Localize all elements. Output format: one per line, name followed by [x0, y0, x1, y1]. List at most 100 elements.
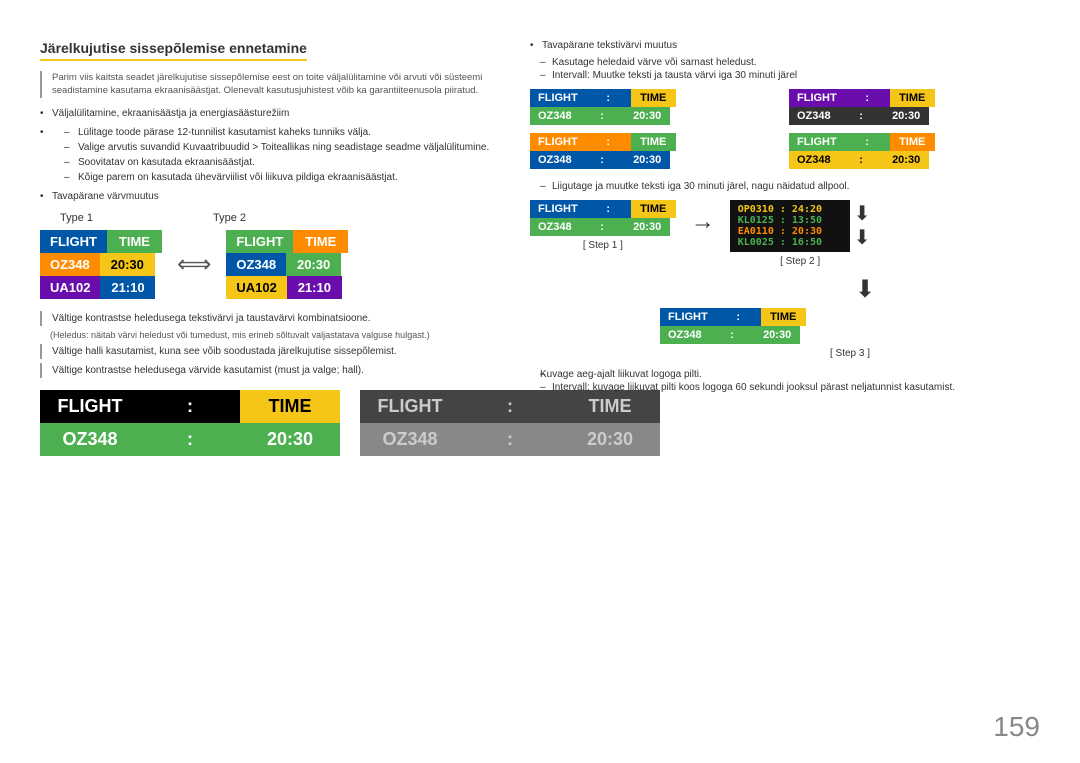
flight-cell: FLIGHT	[40, 230, 107, 253]
cv-oz: OZ348	[789, 107, 839, 125]
intro-text: Parim viis kaitsta seadet järelkujutise …	[40, 71, 490, 98]
moving-note: Kuvage aeg-ajalt liikuvat logoga pilti.	[530, 369, 1040, 380]
flight-cell: FLIGHT	[226, 230, 293, 253]
cv-board-1: FLIGHT : TIME OZ348 : 20:30	[530, 89, 781, 125]
right-bullet-1: Tavapärane tekstivärvi muutus	[530, 40, 1040, 51]
2110-cell: 21:10	[287, 276, 342, 299]
cv-colon: :	[586, 133, 631, 151]
right-sub-2: Intervall: Muutke teksti ja tausta värvi…	[530, 70, 1040, 81]
section-title: Järelkujutise sissepõlemise ennetamine	[40, 40, 307, 61]
oz-big: OZ348	[40, 423, 140, 456]
2030-cell: 20:30	[286, 253, 341, 276]
time-cell: TIME	[107, 230, 162, 253]
step2-to-step3-arrow: ⬇	[855, 275, 875, 304]
step2-line1: OP0310 : 24:20	[738, 204, 842, 215]
step1-label: [ Step 1 ]	[583, 240, 623, 251]
cv-time: TIME	[890, 133, 935, 151]
flight-gray: FLIGHT	[360, 390, 460, 423]
step2-board: OP0310 : 24:20 KL0125 : 13:50 EA0110 : 2…	[730, 200, 850, 252]
step1-time: TIME	[631, 200, 676, 218]
cv-colon: :	[845, 89, 890, 107]
step1-block: FLIGHT : TIME OZ348 : 20:30 [ Step 1 ]	[530, 200, 676, 251]
cv-time: TIME	[890, 89, 935, 107]
bullet-item: Lülitage toode pärase 12-tunnilist kasut…	[40, 125, 490, 185]
step2-line3: EA0110 : 20:30	[738, 226, 842, 237]
note-bw: Vältige kontrastse heledusega värvide ka…	[40, 363, 490, 378]
note-gray: Vältige halli kasutamist, kuna see võib …	[40, 344, 490, 359]
ua102-cell: UA102	[40, 276, 100, 299]
ua102-cell: UA102	[226, 276, 286, 299]
cv-oz: OZ348	[530, 107, 580, 125]
swap-arrow-icon: ⟺	[172, 250, 216, 279]
main-bullet-list: Väljalülitamine, ekraanisäästja ja energ…	[40, 106, 490, 204]
cv-colon2: :	[839, 107, 884, 125]
type2-board: FLIGHT TIME OZ348 20:30 UA102 21:10	[226, 230, 348, 299]
step1-colon2: :	[580, 218, 625, 236]
2030-cell: 20:30	[100, 253, 155, 276]
cv-colon: :	[586, 89, 631, 107]
step2-to-step3-arrow-container: ⬇	[690, 275, 1040, 304]
step1-board: FLIGHT : TIME OZ348 : 20:30	[530, 200, 676, 236]
cv-board-3: FLIGHT : TIME OZ348 : 20:30	[530, 133, 781, 169]
cv-time2: 20:30	[884, 151, 929, 169]
cv-flight: FLIGHT	[530, 89, 586, 107]
step3-time2: 20:30	[755, 326, 800, 344]
main-page: Järelkujutise sissepõlemise ennetamine P…	[0, 0, 1080, 763]
bullet-item: Tavapärane värvmuutus	[40, 189, 490, 204]
oz348-cell: OZ348	[40, 253, 100, 276]
cv-time2: 20:30	[625, 107, 670, 125]
step3-label: [ Step 3 ]	[660, 348, 1040, 359]
steps-section: FLIGHT : TIME OZ348 : 20:30 [ Step 1 ] →	[530, 200, 1040, 359]
step3-colon: :	[716, 308, 761, 326]
oz348-cell: OZ348	[226, 253, 286, 276]
steps-row-1-2: FLIGHT : TIME OZ348 : 20:30 [ Step 1 ] →	[530, 200, 1040, 267]
step3-block: FLIGHT : TIME OZ348 : 20:30 [ Step 3 ]	[660, 308, 1040, 359]
cv-flight: FLIGHT	[530, 133, 586, 151]
cv-colon2: :	[580, 107, 625, 125]
time-big: TIME	[240, 390, 340, 423]
step3-time: TIME	[761, 308, 806, 326]
oz-gray: OZ348	[360, 423, 460, 456]
cv-time: TIME	[631, 133, 676, 151]
cv-oz: OZ348	[789, 151, 839, 169]
colon-big: :	[140, 390, 240, 423]
time-cell: TIME	[293, 230, 348, 253]
bottom-boards: FLIGHT : TIME OZ348 : 20:30 FLIGHT : TIM…	[40, 390, 490, 456]
cv-colon2: :	[580, 151, 625, 169]
dash-note: Liigutage ja muutke teksti iga 30 minuti…	[530, 179, 1040, 194]
step3-flight: FLIGHT	[660, 308, 716, 326]
flight-boards-comparison: FLIGHT TIME OZ348 20:30 UA102 21:10 ⟺ FL…	[40, 230, 490, 299]
color-variants-grid: FLIGHT : TIME OZ348 : 20:30 FLIGHT : TIM…	[530, 89, 1040, 169]
step3-oz: OZ348	[660, 326, 710, 344]
right-column: Tavapärane tekstivärvi muutus Kasutage h…	[520, 40, 1040, 743]
note-contrast: Vältige kontrastse heledusega tekstivärv…	[40, 311, 490, 326]
bullet-item: Väljalülitamine, ekraanisäästja ja energ…	[40, 106, 490, 121]
step1-oz: OZ348	[530, 218, 580, 236]
cv-flight: FLIGHT	[789, 133, 845, 151]
step3-colon2: :	[710, 326, 755, 344]
2110-cell: 21:10	[100, 276, 155, 299]
cv-flight: FLIGHT	[789, 89, 845, 107]
cv-board-2: FLIGHT : TIME OZ348 : 20:30	[789, 89, 1040, 125]
cv-time: TIME	[631, 89, 676, 107]
step3-board: FLIGHT : TIME OZ348 : 20:30	[660, 308, 806, 344]
cv-colon: :	[845, 133, 890, 151]
cv-board-4: FLIGHT : TIME OZ348 : 20:30	[789, 133, 1040, 169]
type-labels: Type 1 Type 2	[40, 212, 490, 224]
page-number: 159	[993, 711, 1040, 743]
step1-time2: 20:30	[625, 218, 670, 236]
type1-board: FLIGHT TIME OZ348 20:30 UA102 21:10	[40, 230, 162, 299]
down-arrow-1: ⬇	[854, 202, 871, 226]
time2-big: 20:30	[240, 423, 340, 456]
cv-time2: 20:30	[625, 151, 670, 169]
left-column: Järelkujutise sissepõlemise ennetamine P…	[40, 40, 520, 743]
cv-oz: OZ348	[530, 151, 580, 169]
cv-colon2: :	[839, 151, 884, 169]
step2-line2: KL0125 : 13:50	[738, 215, 842, 226]
colon2-big: :	[140, 423, 240, 456]
right-sub-1: Kasutage heledaid värve või sarnast hele…	[530, 57, 1040, 68]
step2-line4: KL0025 : 16:50	[738, 237, 842, 248]
down-arrows: ⬇ ⬇	[850, 200, 871, 250]
cv-time2: 20:30	[884, 107, 929, 125]
moving-notes: Kuvage aeg-ajalt liikuvat logoga pilti. …	[530, 369, 1040, 393]
